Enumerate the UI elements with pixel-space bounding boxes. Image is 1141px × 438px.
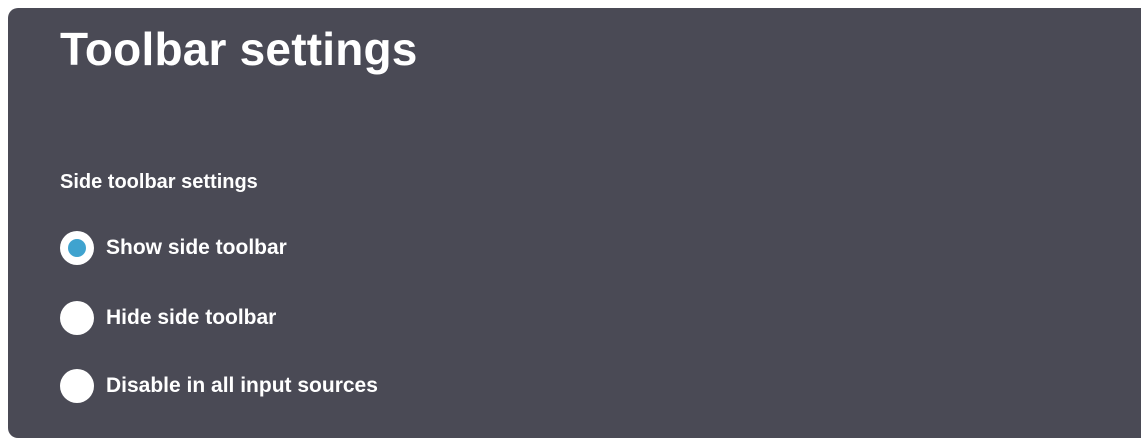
option-hide-side-toolbar[interactable]: Hide side toolbar — [60, 300, 276, 336]
option-show-side-toolbar[interactable]: Show side toolbar — [60, 230, 287, 266]
option-label: Show side toolbar — [106, 236, 287, 260]
radio-hide-side-toolbar[interactable] — [60, 301, 94, 335]
option-label: Disable in all input sources — [106, 374, 378, 398]
page-title: Toolbar settings — [60, 23, 418, 75]
option-disable-all-input-sources[interactable]: Disable in all input sources — [60, 368, 378, 404]
section-label: Side toolbar settings — [60, 171, 258, 193]
radio-show-side-toolbar[interactable] — [60, 231, 94, 265]
radio-disable-all-input-sources[interactable] — [60, 369, 94, 403]
settings-panel: Toolbar settings Side toolbar settings S… — [8, 8, 1141, 438]
option-label: Hide side toolbar — [106, 306, 277, 330]
